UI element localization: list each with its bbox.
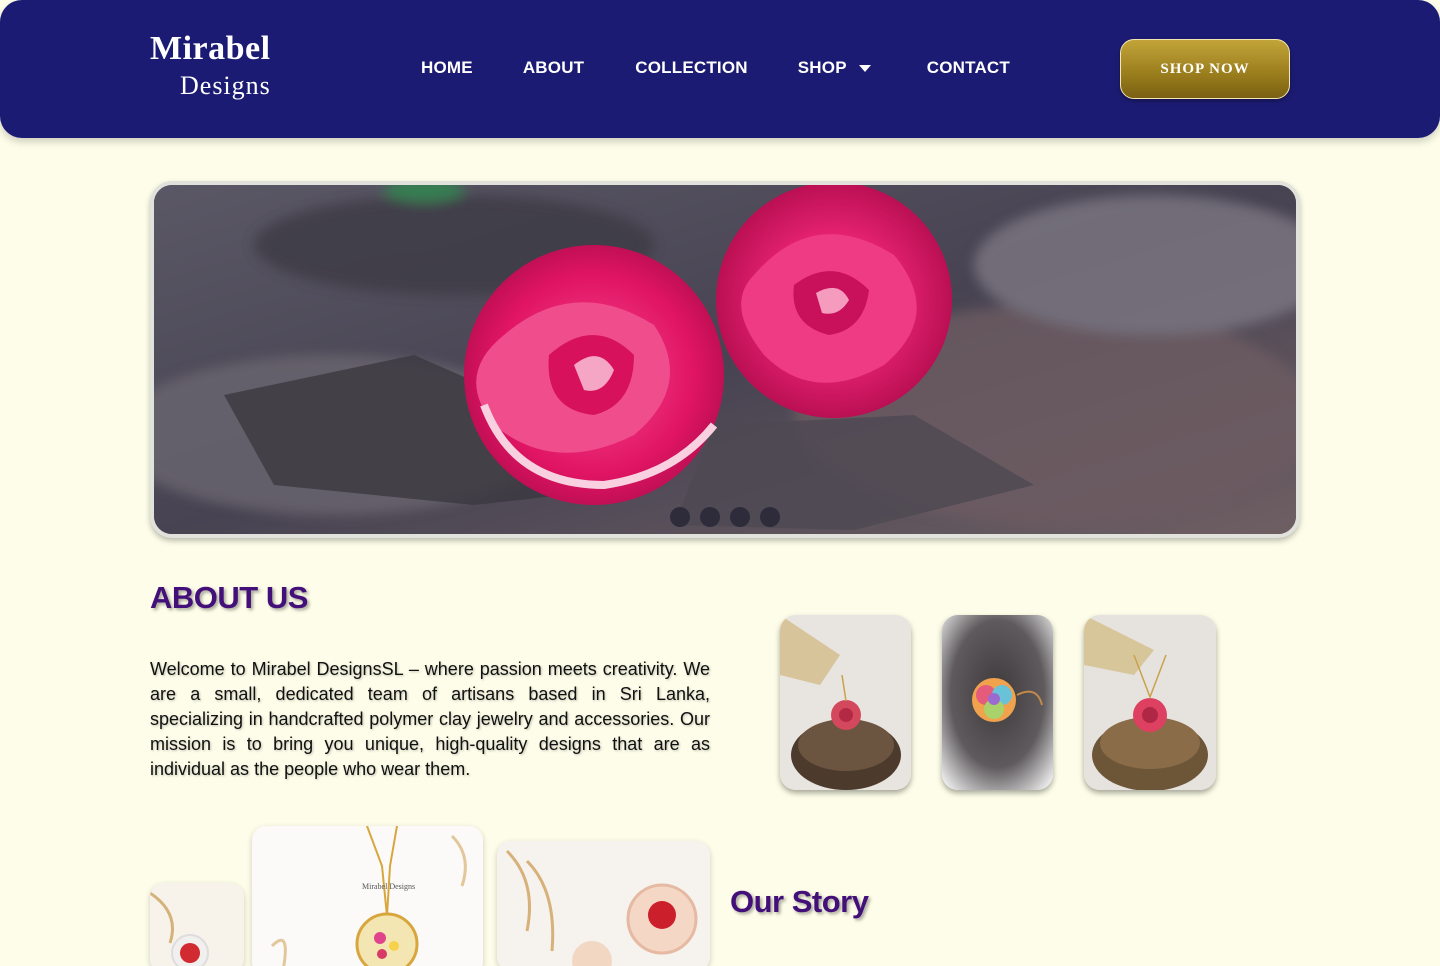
nav-item-shop[interactable]: SHOP [798,58,871,78]
brand-name-main: Mirabel [150,30,271,67]
product-image [252,826,483,966]
shop-now-button[interactable]: SHOP NOW [1120,39,1290,99]
nav-item-shop-label: SHOP [797,58,847,77]
nav-item-home[interactable]: HOME [421,58,473,78]
slider-dots [670,507,780,527]
slider-dot-1[interactable] [670,507,690,527]
product-card-rose-keychain[interactable] [150,883,244,966]
product-image [1084,615,1216,790]
hero-slide-image [154,185,1296,534]
product-image [942,615,1053,790]
about-title: ABOUT US [150,580,308,615]
product-thumb-rose-necklace[interactable] [780,615,911,790]
product-thumb-rose-pendant[interactable] [1084,615,1216,790]
brand-logo[interactable]: Mirabel Designs [150,28,271,102]
brand-name-sub: Designs [180,71,271,100]
product-image [150,883,244,966]
about-description: Welcome to Mirabel DesignsSL – where pas… [150,659,710,779]
product-thumb-rainbow-rose[interactable] [942,615,1053,790]
slider-dot-3[interactable] [730,507,750,527]
nav-item-contact[interactable]: CONTACT [927,58,1010,78]
caret-down-icon[interactable] [858,64,871,72]
nav-item-collection[interactable]: COLLECTION [635,58,748,78]
hero-slider[interactable] [150,181,1300,538]
product-card-flower-pendant[interactable]: Mirabel Designs [252,826,483,966]
product-card-resin-rose[interactable] [497,841,710,966]
main-nav: HOME ABOUT COLLECTION SHOP CONTACT [421,58,1010,78]
our-story-title: Our Story [730,884,869,919]
product-image [780,615,911,790]
site-header: Mirabel Designs HOME ABOUT COLLECTION SH… [0,0,1440,138]
slider-dot-2[interactable] [700,507,720,527]
product-image [497,841,710,966]
slider-dot-4[interactable] [760,507,780,527]
product-tag-text: Mirabel Designs [362,882,416,891]
nav-item-about[interactable]: ABOUT [523,58,584,78]
